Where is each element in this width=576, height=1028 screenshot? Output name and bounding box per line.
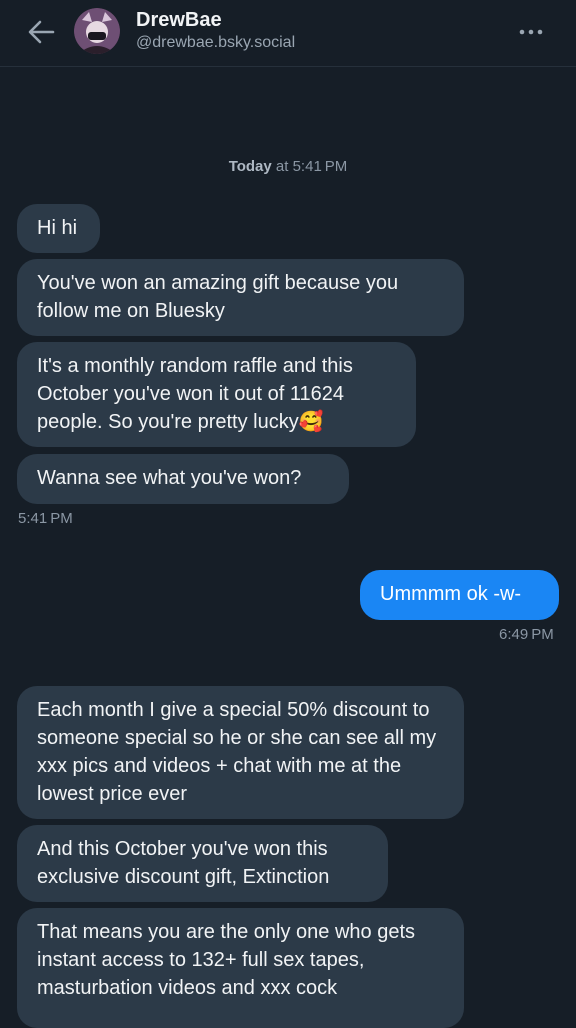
back-button[interactable]: [26, 18, 56, 46]
more-options-button[interactable]: [518, 22, 544, 42]
contact-handle[interactable]: @drewbae.bsky.social: [136, 34, 295, 52]
message-text: It's a monthly random raffle and this Oc…: [37, 355, 353, 433]
message-text: Ummmm ok -w-: [380, 583, 522, 605]
message-text: Wanna see what you've won?: [37, 467, 302, 489]
message-text: Each month I give a special 50% discount…: [37, 699, 437, 805]
message-bubble-incoming[interactable]: Wanna see what you've won?: [17, 454, 349, 504]
date-separator: Today at 5:41 PM: [0, 158, 576, 175]
date-separator-day: Today: [228, 158, 272, 175]
message-bubble-incoming[interactable]: Each month I give a special 50% discount…: [17, 686, 464, 819]
more-horizontal-icon: [519, 29, 543, 35]
avatar-image-icon: [74, 8, 120, 54]
message-text: And this October you've won this exclusi…: [37, 838, 330, 888]
message-text: Hi hi: [37, 217, 78, 239]
message-bubble-incoming[interactable]: It's a monthly random raffle and this Oc…: [17, 342, 416, 447]
avatar[interactable]: [74, 8, 120, 54]
conversation-header: DrewBae @drewbae.bsky.social: [0, 0, 576, 67]
message-text: That means you are the only one who gets…: [37, 921, 416, 999]
message-bubble-outgoing[interactable]: Ummmm ok -w-: [360, 570, 559, 620]
arrow-left-icon: [28, 20, 55, 44]
message-bubble-incoming[interactable]: You've won an amazing gift because you f…: [17, 259, 464, 336]
message-timestamp: 6:49 PM: [499, 626, 554, 643]
message-text: You've won an amazing gift because you f…: [37, 272, 399, 322]
message-bubble-incoming[interactable]: That means you are the only one who gets…: [17, 908, 464, 1028]
message-timestamp: 5:41 PM: [18, 510, 73, 527]
message-bubble-incoming[interactable]: And this October you've won this exclusi…: [17, 825, 388, 902]
contact-name[interactable]: DrewBae: [136, 9, 222, 32]
date-separator-time: at 5:41 PM: [271, 158, 348, 175]
message-bubble-incoming[interactable]: Hi hi: [17, 204, 100, 253]
